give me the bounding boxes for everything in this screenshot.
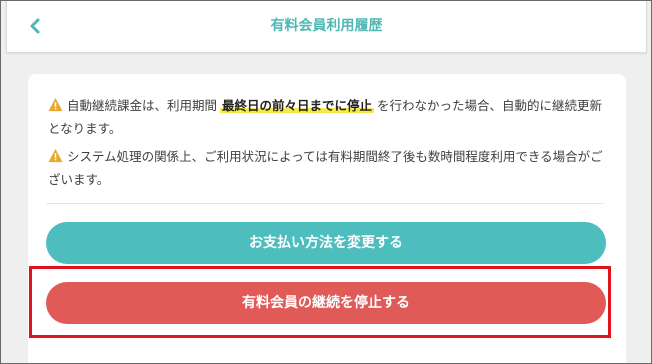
change-payment-button[interactable]: お支払い方法を変更する [46, 222, 606, 264]
notice-text: システム処理の関係上、ご利用状況によっては有料期間終了後も数時間程度利用できる場… [48, 149, 603, 187]
divider [46, 203, 604, 204]
notice-auto-renewal: 自動継続課金は、利用期間 最終日の前々日までに停止 を行わなかった場合、自動的に継続… [48, 94, 604, 140]
page-title: 有料会員利用履歴 [270, 18, 383, 34]
red-highlight-box [29, 266, 611, 338]
deadline-highlight: 最終日の前々日までに停止 [220, 98, 375, 113]
notice-system-processing: システム処理の関係上、ご利用状況によっては有料期間終了後も数時間程度利用できる場… [48, 145, 604, 191]
app-header: 有料会員利用履歴 [6, 1, 647, 53]
notice-text-before: 自動継続課金は、利用期間 [67, 98, 218, 113]
warning-icon [48, 148, 63, 163]
warning-icon [48, 97, 63, 112]
screen-frame: 有料会員利用履歴 自動継続課金は、利用期間 最終日の前々日までに停止 を行わなかった… [0, 0, 652, 364]
